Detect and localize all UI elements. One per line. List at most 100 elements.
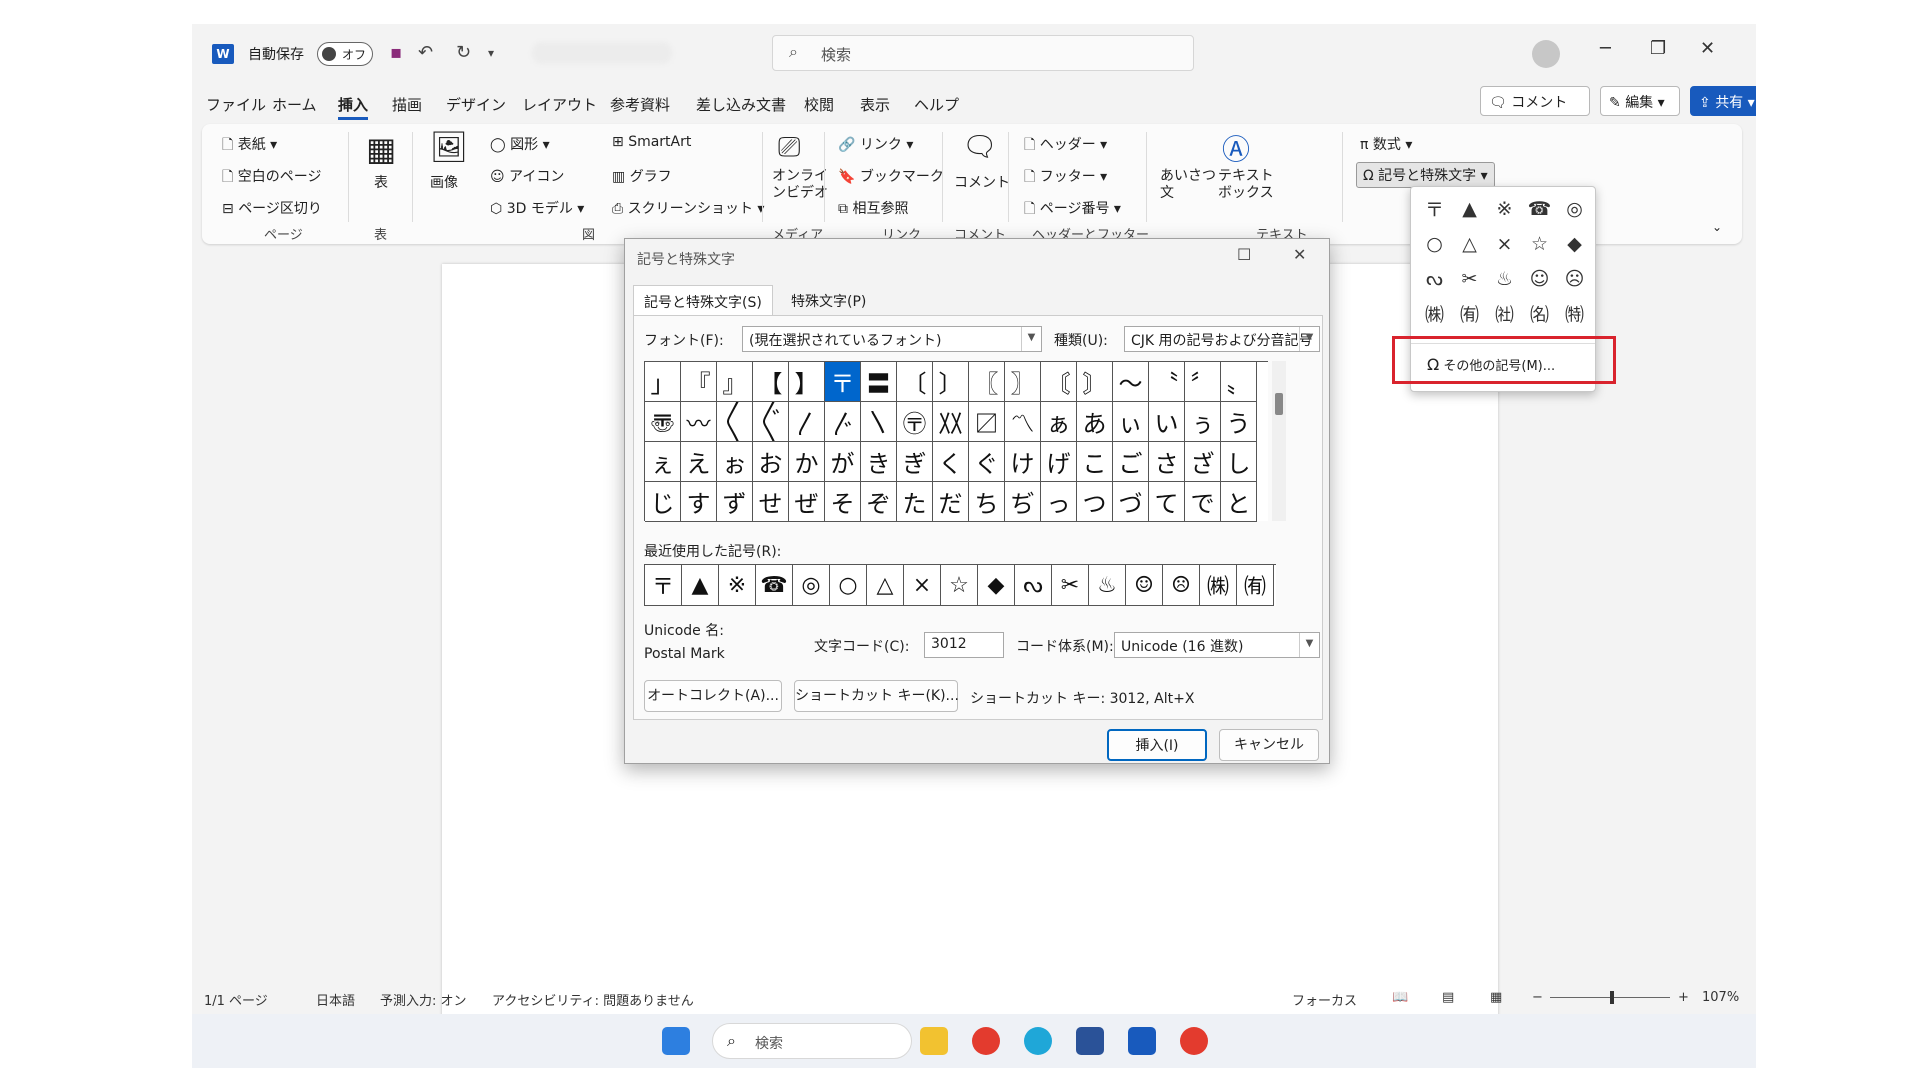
comment-button[interactable]: 🗨 コメント — [1480, 86, 1590, 116]
3d-models-button[interactable]: ⬡ 3D モデル ▾ — [490, 198, 584, 218]
character-cell[interactable]: せ — [753, 482, 789, 522]
character-cell[interactable]: 〶 — [897, 402, 933, 442]
chrome-icon-2[interactable] — [1180, 1027, 1208, 1055]
file-explorer-icon[interactable] — [920, 1027, 948, 1055]
symbol-option[interactable]: ᔓ — [1417, 261, 1452, 296]
character-cell[interactable]: 】 — [789, 362, 825, 402]
tab-view[interactable]: 表示 — [860, 94, 890, 115]
symbol-dropdown-grid[interactable]: 〒 ▲ ※ ☎ ◎ ○ △ × ☆ ◆ ᔓ ✂ ♨ ☺ ☹ ㈱㈲㈳㈴㈵ — [1417, 191, 1591, 331]
from-select[interactable]: Unicode (16 進数) ▼ — [1114, 632, 1320, 658]
icons-button[interactable]: ☺ アイコン — [490, 166, 564, 186]
character-cell[interactable]: 〵 — [861, 402, 897, 442]
insert-button[interactable]: 挿入(I) — [1107, 729, 1207, 761]
recent-symbol-cell[interactable]: ☎ — [756, 565, 793, 606]
equation-button[interactable]: π 数式 ▾ — [1360, 134, 1412, 154]
character-cell[interactable]: 』 — [717, 362, 753, 402]
symbol-option[interactable]: ☹ — [1557, 261, 1592, 296]
recent-symbol-cell[interactable]: ▲ — [682, 565, 719, 606]
bookmark-button[interactable]: 🔖 ブックマーク — [838, 166, 944, 186]
character-cell[interactable]: 〔 — [897, 362, 933, 402]
redo-icon[interactable]: ↻ — [456, 42, 471, 63]
autocorrect-button[interactable]: オートコレクト(A)... — [644, 680, 782, 712]
print-layout-icon[interactable]: ▤ — [1442, 990, 1454, 1005]
character-cell[interactable]: 『 — [681, 362, 717, 402]
recent-symbol-cell[interactable]: ㈲ — [1237, 565, 1274, 606]
character-cell[interactable]: 〷 — [933, 402, 969, 442]
shapes-button[interactable]: ◯ 図形 ▾ — [490, 134, 550, 154]
symbol-option[interactable]: ㈲ — [1452, 296, 1487, 331]
recent-symbol-cell[interactable]: ㈱ — [1200, 565, 1237, 606]
character-cell[interactable]: ぎ — [897, 442, 933, 482]
character-cell[interactable]: ぁ — [1041, 402, 1077, 442]
word-taskbar-icon[interactable] — [1128, 1027, 1156, 1055]
tab-special-characters[interactable]: 特殊文字(P) — [781, 285, 876, 315]
focus-button[interactable]: フォーカス — [1292, 990, 1357, 1009]
online-video-icon[interactable]: ⎚ — [778, 130, 800, 164]
character-cell[interactable]: 〒 — [825, 362, 861, 402]
font-select[interactable]: (現在選択されているフォント) ▼ — [742, 326, 1042, 352]
character-cell[interactable]: ず — [717, 482, 753, 522]
table-icon[interactable]: ▦ — [366, 130, 396, 168]
character-cell[interactable]: っ — [1041, 482, 1077, 522]
recent-symbol-cell[interactable]: ☺ — [1126, 565, 1163, 606]
link-button[interactable]: 🔗 リンク ▾ — [838, 134, 913, 154]
recent-symbol-cell[interactable]: 〒 — [645, 565, 682, 606]
character-grid[interactable]: 」『』【】〒〓〔〕〖〗〘〙〜〝〞〟〠〰〱〲〳〴〵〶〷〼〽ぁあぃいぅうぇえぉおかが… — [644, 361, 1268, 522]
character-cell[interactable]: げ — [1041, 442, 1077, 482]
page-count[interactable]: 1/1 ページ — [204, 990, 268, 1009]
character-cell[interactable]: い — [1149, 402, 1185, 442]
taskbar-search[interactable]: ⌕ 検索 — [712, 1023, 912, 1059]
symbol-option[interactable]: ○ — [1417, 226, 1452, 261]
character-cell[interactable]: え — [681, 442, 717, 482]
symbol-option[interactable]: 〒 — [1417, 191, 1452, 226]
recent-symbol-cell[interactable]: ◆ — [978, 565, 1015, 606]
symbol-option[interactable]: ☆ — [1522, 226, 1557, 261]
cross-reference-button[interactable]: ⧉ 相互参照 — [838, 198, 908, 218]
character-cell[interactable]: 〽 — [1005, 402, 1041, 442]
symbol-option[interactable]: ✂ — [1452, 261, 1487, 296]
character-cell[interactable]: ざ — [1185, 442, 1221, 482]
character-cell[interactable]: そ — [825, 482, 861, 522]
footer-button[interactable]: 🗋 フッター ▾ — [1024, 166, 1107, 190]
restore-icon[interactable]: ❐ — [1650, 38, 1666, 59]
tab-insert[interactable]: 挿入 — [338, 94, 369, 120]
undo-icon[interactable]: ↶ — [418, 42, 433, 63]
edge-icon[interactable] — [1024, 1027, 1052, 1055]
character-cell[interactable]: 〘 — [1041, 362, 1077, 402]
character-cell[interactable]: と — [1221, 482, 1257, 522]
symbol-option[interactable]: ☎ — [1522, 191, 1557, 226]
character-cell[interactable]: す — [681, 482, 717, 522]
tab-help[interactable]: ヘルプ — [914, 94, 959, 115]
symbol-option[interactable]: ◆ — [1557, 226, 1592, 261]
symbol-option[interactable]: ㈵ — [1557, 296, 1592, 331]
avatar[interactable] — [1532, 40, 1560, 68]
symbol-option[interactable]: ※ — [1487, 191, 1522, 226]
character-cell[interactable]: 〱 — [717, 402, 753, 442]
character-cell[interactable]: 」 — [645, 362, 681, 402]
header-button[interactable]: 🗋 ヘッダー ▾ — [1024, 134, 1107, 158]
character-cell[interactable]: づ — [1113, 482, 1149, 522]
character-cell[interactable]: ぃ — [1113, 402, 1149, 442]
character-cell[interactable]: 〓 — [861, 362, 897, 402]
symbol-option[interactable]: ♨ — [1487, 261, 1522, 296]
autosave-toggle[interactable]: オフ — [317, 42, 373, 66]
recent-symbols-grid[interactable]: 〒 ▲ ※ ☎ ◎ ○ △ × ☆ ◆ ᔓ ✂ ♨ ☺ ☹ ㈱㈲ — [644, 564, 1276, 606]
character-cell[interactable]: だ — [933, 482, 969, 522]
tab-design[interactable]: デザイン — [446, 94, 506, 115]
tab-references[interactable]: 参考資料 — [610, 94, 670, 115]
recent-symbol-cell[interactable]: ☹ — [1163, 565, 1200, 606]
chart-button[interactable]: ▥ グラフ — [612, 166, 672, 186]
character-cell[interactable]: 〰 — [681, 402, 717, 442]
tab-mailings[interactable]: 差し込み文書 — [696, 94, 786, 115]
character-cell[interactable]: 〜 — [1113, 362, 1149, 402]
predictive-input[interactable]: 予測入力: オン — [380, 990, 467, 1009]
character-cell[interactable]: 〴 — [825, 402, 861, 442]
share-button[interactable]: ⇪ 共有 ▾ — [1690, 86, 1756, 116]
recent-symbol-cell[interactable]: ◎ — [793, 565, 830, 606]
page-number-button[interactable]: 🗋 ページ番号 ▾ — [1024, 198, 1121, 222]
character-cell[interactable]: た — [897, 482, 933, 522]
tab-layout[interactable]: レイアウト — [522, 94, 597, 115]
dialog-close-icon[interactable]: ✕ — [1293, 245, 1306, 264]
recent-symbol-cell[interactable]: ☆ — [941, 565, 978, 606]
character-cell[interactable]: 〝 — [1149, 362, 1185, 402]
